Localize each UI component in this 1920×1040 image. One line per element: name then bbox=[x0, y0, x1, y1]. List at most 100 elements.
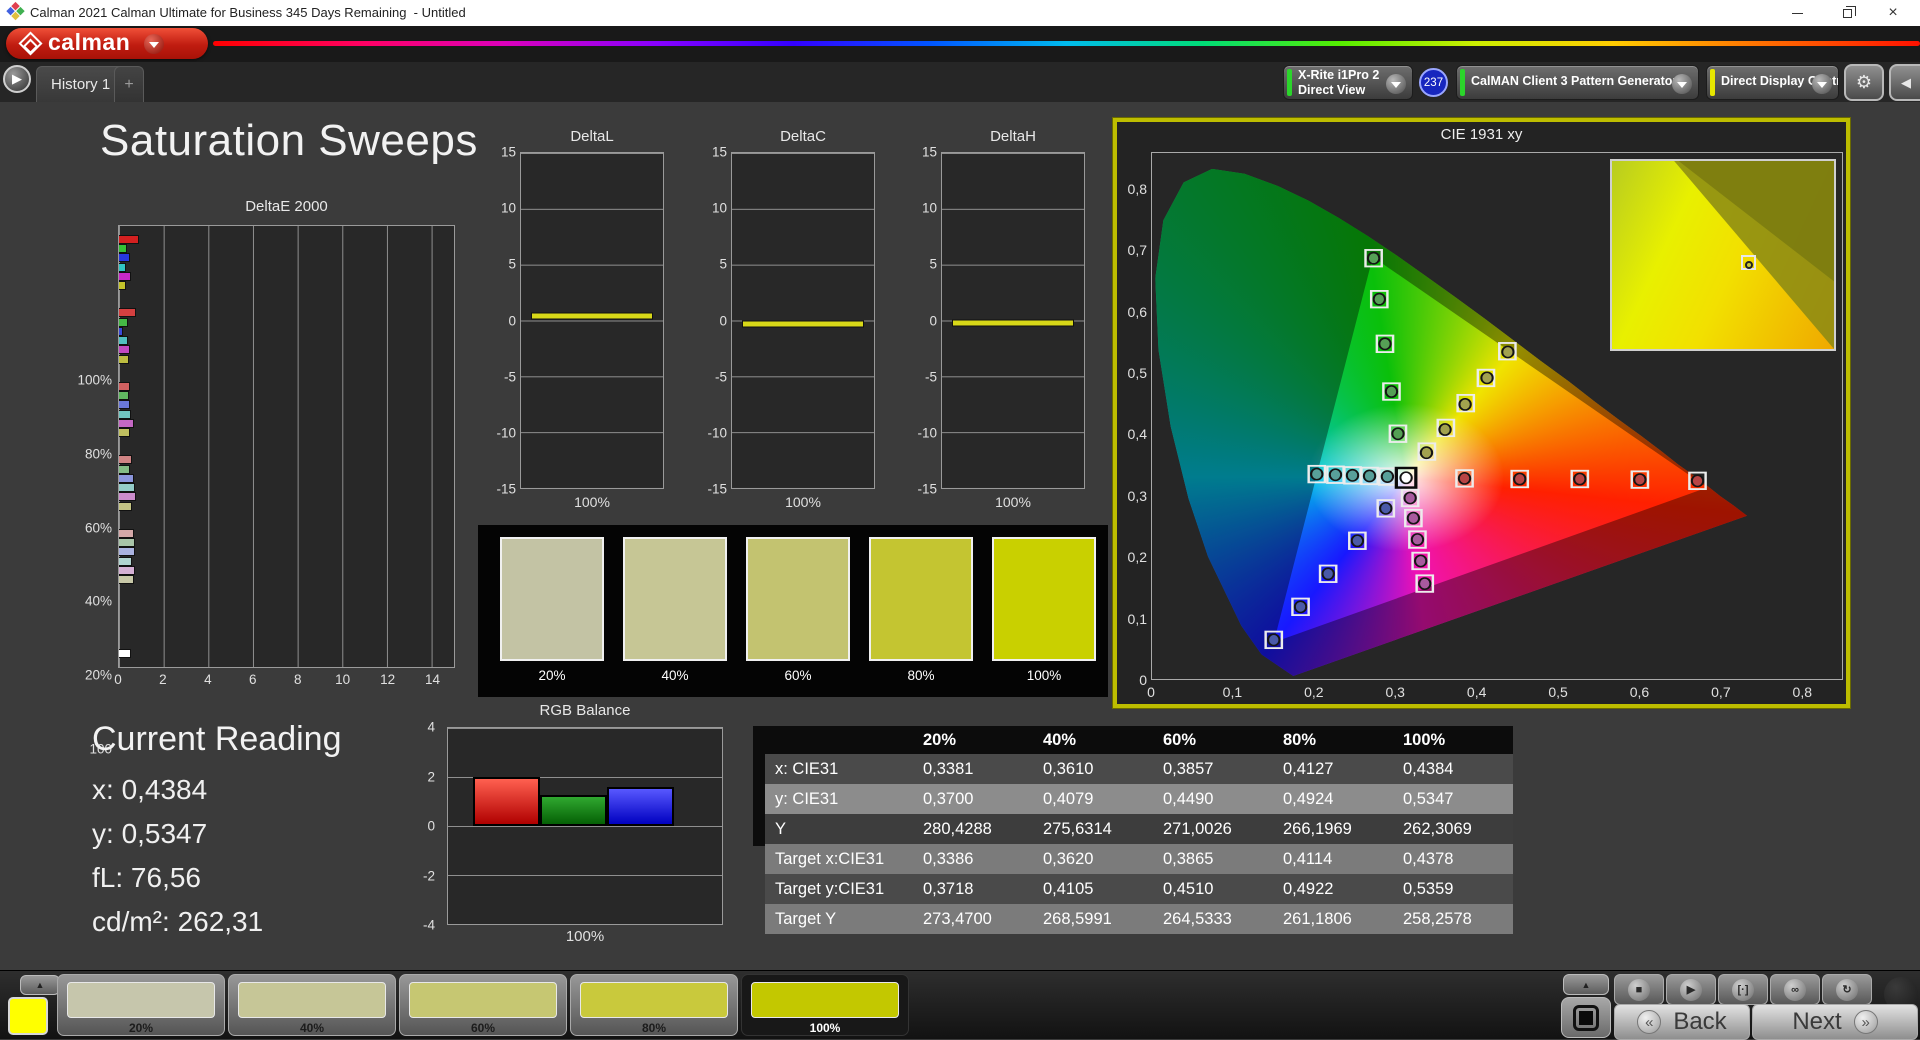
window-title: Calman 2021 Calman Ultimate for Business… bbox=[30, 5, 466, 20]
axis-tick-label: 0 bbox=[719, 313, 727, 328]
deltae-bar bbox=[119, 308, 136, 318]
axis-tick-label: 4 bbox=[204, 672, 212, 687]
axis-tick-label: -15 bbox=[496, 481, 516, 497]
pattern-level-button-100%[interactable]: 100% bbox=[741, 974, 909, 1036]
cie-measure-dot bbox=[1293, 600, 1308, 614]
calman-logo-menu[interactable]: calman bbox=[6, 28, 208, 59]
deltal-chart: DeltaL 100% 15 10 5 0 -5 -10 -15 bbox=[490, 128, 700, 538]
cie-1931-panel: CIE 1931 xy 0 0,1 0,2 0,3 0,4 0,5 0,6 0,… bbox=[1113, 118, 1850, 708]
axis-tick-label: -10 bbox=[707, 425, 727, 441]
meter-status-stripe bbox=[1287, 69, 1292, 96]
axis-tick-label: 14 bbox=[425, 672, 441, 687]
axis-tick-label: 100% bbox=[77, 372, 112, 388]
cie-measure-dot bbox=[1328, 468, 1343, 482]
pattern-level-button-20%[interactable]: 20% bbox=[57, 974, 225, 1036]
table-cell: 0,4378 bbox=[1393, 844, 1513, 874]
axis-tick-label: -5 bbox=[924, 369, 937, 385]
cie-x-axis: 0 0,1 0,2 0,3 0,4 0,5 0,6 0,7 0,8 bbox=[1147, 684, 1843, 702]
axis-tick-label: 20% bbox=[84, 667, 112, 683]
pattern-swatch-label: 80% bbox=[641, 1021, 667, 1035]
back-button[interactable]: « Back bbox=[1614, 1004, 1750, 1040]
measure-control-continuous-measure-icon[interactable]: ∞ bbox=[1770, 974, 1820, 1005]
rgb-balance-bar-red bbox=[472, 777, 540, 826]
cie-zoom-inset bbox=[1610, 159, 1836, 351]
measure-control-refresh-icon[interactable]: ↻ bbox=[1822, 974, 1872, 1005]
pattern-level-button-80%[interactable]: 80% bbox=[570, 974, 738, 1036]
window-titlebar: Calman 2021 Calman Ultimate for Business… bbox=[0, 0, 1920, 26]
cie-measure-dot bbox=[1633, 473, 1647, 487]
deltac-plot bbox=[731, 152, 875, 489]
deltac-chart: DeltaC 100% 15 10 5 0 -5 -10 -15 bbox=[701, 128, 911, 538]
deltae-bar bbox=[119, 575, 134, 585]
table-cell: 0,4105 bbox=[1033, 874, 1153, 904]
axis-tick-label: 0,7 bbox=[1711, 684, 1731, 700]
pattern-level-button-60%[interactable]: 60% bbox=[399, 974, 567, 1036]
restore-button[interactable] bbox=[1824, 0, 1870, 26]
rgb-balance-bar-green bbox=[539, 795, 607, 826]
add-tab-button[interactable]: + bbox=[114, 66, 144, 102]
rgb-balance-title: RGB Balance bbox=[539, 702, 631, 719]
next-button[interactable]: Next » bbox=[1752, 1004, 1918, 1040]
cie-measure-dot bbox=[1438, 423, 1452, 436]
axis-tick-label: 0,6 bbox=[1127, 303, 1147, 320]
collapse-panel-button[interactable]: ◀ bbox=[1889, 64, 1920, 101]
pattern-swatch bbox=[238, 982, 386, 1018]
saturation-swatch bbox=[500, 537, 604, 661]
table-header-cell: 20% bbox=[913, 726, 1033, 754]
deltae-bar bbox=[119, 326, 124, 336]
table-cell: 0,3620 bbox=[1033, 844, 1153, 874]
table-cell: 0,3700 bbox=[913, 784, 1033, 814]
cie-measure-dot bbox=[1419, 446, 1434, 460]
close-button[interactable]: × bbox=[1870, 0, 1916, 26]
cie-measure-dot bbox=[1372, 292, 1386, 306]
cie-measure-dot bbox=[1458, 397, 1472, 411]
inset-measure-dot bbox=[1744, 261, 1753, 269]
minimize-button[interactable] bbox=[1774, 0, 1820, 26]
deltae-bar bbox=[119, 538, 135, 548]
expand-controls-button[interactable]: ▲ bbox=[1563, 974, 1609, 995]
table-cell: 0,3381 bbox=[913, 754, 1033, 784]
cie-measure-dot bbox=[1690, 474, 1705, 488]
pattern-window-button[interactable] bbox=[1561, 997, 1611, 1038]
table-cell: 268,5991 bbox=[1033, 904, 1153, 934]
deltae-bar bbox=[119, 528, 134, 538]
axis-tick-label: 0,2 bbox=[1127, 549, 1147, 566]
tab-history-1[interactable]: History 1 bbox=[36, 66, 126, 102]
saturation-swatch-label: 20% bbox=[538, 668, 566, 683]
deltal-plot bbox=[520, 152, 664, 489]
table-cell: 275,6314 bbox=[1033, 814, 1153, 844]
pattern-generator-name: CalMAN Client 3 Pattern Generator bbox=[1471, 74, 1678, 88]
meter-dropdown[interactable]: X-Rite i1Pro 2 Direct View bbox=[1283, 65, 1413, 100]
axis-tick-label: 60% bbox=[84, 520, 112, 536]
deltal-x-label: 100% bbox=[574, 494, 610, 510]
rainbow-divider bbox=[213, 41, 1920, 46]
refresh-icon: ↻ bbox=[1836, 978, 1858, 1001]
table-header-cell: 60% bbox=[1153, 726, 1273, 754]
pattern-generator-dropdown[interactable]: CalMAN Client 3 Pattern Generator bbox=[1456, 65, 1699, 100]
deltae-bar bbox=[119, 262, 126, 272]
expand-patches-button[interactable]: ▲ bbox=[20, 975, 60, 995]
layout-canvas: Saturation Sweeps DeltaE 2000 100% 80% 60%… bbox=[0, 102, 1920, 970]
table-cell: 0,4079 bbox=[1033, 784, 1153, 814]
deltae-bar bbox=[119, 345, 131, 355]
actual-target-swatch-panel: Actual Target 20%40%60%80%100% bbox=[478, 525, 1108, 697]
measure-control-stop-icon[interactable]: ■ bbox=[1614, 974, 1664, 1005]
measure-control-play-icon[interactable]: ▶ bbox=[1666, 974, 1716, 1005]
table-cell: 0,4114 bbox=[1273, 844, 1393, 874]
cie-measure-dot bbox=[1366, 251, 1381, 265]
meter-name: X-Rite i1Pro 2 bbox=[1298, 68, 1380, 82]
run-button[interactable]: ▶ bbox=[3, 65, 31, 93]
cie-measure-dot bbox=[1362, 469, 1377, 483]
display-control-dropdown[interactable]: Direct Display Control bbox=[1706, 65, 1839, 100]
saturation-swatch bbox=[869, 537, 973, 661]
measure-control-single-measure-icon[interactable]: [·] bbox=[1718, 974, 1768, 1005]
cie-measure-dot bbox=[1413, 554, 1428, 568]
deltae-bar bbox=[119, 400, 131, 410]
up-arrow-icon: ▲ bbox=[1581, 979, 1591, 990]
cie-measure-dot bbox=[1457, 471, 1472, 485]
settings-button[interactable]: ⚙ bbox=[1844, 64, 1884, 101]
deltae-bar bbox=[119, 464, 131, 474]
chevron-down-icon bbox=[1386, 74, 1406, 94]
single-measure-icon: [·] bbox=[1732, 978, 1754, 1001]
pattern-level-button-40%[interactable]: 40% bbox=[228, 974, 396, 1036]
